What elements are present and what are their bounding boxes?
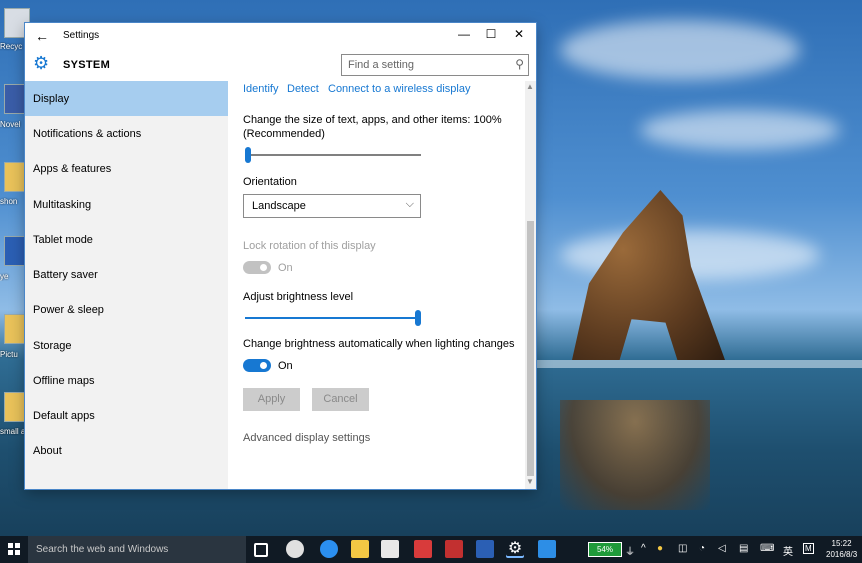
scrollbar[interactable]: ▲ ▼ — [525, 81, 536, 489]
orientation-value: Landscape — [252, 200, 306, 212]
clock-time: 15:22 — [831, 539, 852, 548]
sidebar-item-display[interactable]: Display — [25, 81, 228, 116]
toggle-knob — [260, 264, 267, 271]
brightness-slider-thumb[interactable] — [415, 310, 421, 326]
scroll-thumb[interactable] — [527, 221, 534, 476]
brightness-slider-fill — [245, 317, 421, 319]
clock-date: 2016/8/3 — [826, 550, 858, 559]
lock-rotation-label: Lock rotation of this display — [243, 240, 376, 252]
battery-status[interactable]: 54% — [588, 542, 622, 557]
sidebar-item-label: Display — [33, 93, 70, 105]
title-bar[interactable]: ← Settings — ☐ ✕ — [25, 23, 536, 49]
task-view-icon[interactable] — [254, 543, 268, 557]
toggle-knob — [260, 362, 267, 369]
page-title: SYSTEM — [63, 59, 111, 71]
detect-link[interactable]: Detect — [287, 83, 319, 95]
gear-icon: ⚙ — [33, 53, 50, 73]
sidebar-item-label: Tablet mode — [33, 234, 93, 246]
volume-icon[interactable]: ◁ — [718, 543, 726, 554]
store-icon[interactable] — [381, 540, 399, 558]
sidebar-item-label: Apps & features — [33, 163, 112, 175]
action-center-icon[interactable]: ▤ — [739, 543, 748, 554]
page-header: ⚙ SYSTEM Find a setting ⚲ — [25, 49, 536, 81]
horizon — [536, 360, 862, 368]
scale-label-recommended: (Recommended) — [243, 128, 325, 140]
edge-browser-icon[interactable] — [320, 540, 338, 558]
sidebar-item-notifications[interactable]: Notifications & actions — [25, 116, 228, 151]
sidebar-item-label: Battery saver — [33, 269, 98, 281]
cancel-button[interactable]: Cancel — [312, 388, 369, 411]
sidebar-item-storage[interactable]: Storage — [25, 328, 228, 363]
rock-reflection — [560, 400, 710, 510]
search-icon: ⚲ — [515, 57, 524, 71]
lock-rotation-state: On — [278, 262, 293, 274]
scroll-up-arrow-icon[interactable]: ▲ — [526, 82, 534, 91]
chevron-down-icon: ⌵ — [405, 198, 414, 210]
sidebar-item-apps-features[interactable]: Apps & features — [25, 151, 228, 186]
orientation-label: Orientation — [243, 176, 297, 188]
word-app-icon[interactable] — [476, 540, 494, 558]
sidebar-item-label: Multitasking — [33, 199, 92, 211]
chevron-up-icon[interactable]: ^ — [641, 543, 646, 554]
maximize-button[interactable]: ☐ — [478, 27, 504, 45]
search-input[interactable]: Find a setting ⚲ — [341, 54, 529, 76]
mail-app-icon[interactable] — [414, 540, 432, 558]
cloud — [640, 110, 840, 150]
taskbar-search-placeholder: Search the web and Windows — [36, 544, 169, 555]
keyboard-icon[interactable]: ⌨ — [760, 543, 774, 554]
cloud — [560, 20, 800, 80]
power-plug-icon[interactable]: ⏚ — [625, 543, 635, 558]
sidebar-item-label: About — [33, 445, 62, 457]
apply-button[interactable]: Apply — [243, 388, 300, 411]
close-button[interactable]: ✕ — [506, 27, 532, 45]
auto-brightness-label: Change brightness automatically when lig… — [243, 338, 515, 350]
window-title: Settings — [63, 30, 100, 41]
sidebar-item-default-apps[interactable]: Default apps — [25, 398, 228, 433]
file-explorer-icon[interactable] — [351, 540, 369, 558]
ime-language-indicator[interactable]: 英 — [783, 543, 793, 558]
identify-link[interactable]: Identify — [243, 83, 278, 95]
tray-app-icon[interactable]: ◫ — [678, 543, 687, 554]
taskbar: Search the web and Windows ⚙ 54% ⏚ ^ ● ◫… — [0, 536, 862, 563]
blue-app-icon[interactable] — [538, 540, 556, 558]
orientation-dropdown[interactable]: Landscape ⌵ — [243, 194, 421, 218]
red-app-icon[interactable] — [445, 540, 463, 558]
settings-taskbar-icon[interactable]: ⚙ — [506, 540, 524, 558]
ime-mode-icon[interactable]: M — [803, 543, 814, 554]
yellow-app-tray-icon[interactable]: ● — [657, 543, 663, 554]
sidebar-item-offline-maps[interactable]: Offline maps — [25, 363, 228, 398]
lock-rotation-toggle[interactable] — [243, 261, 271, 274]
sidebar-item-label: Offline maps — [33, 375, 95, 387]
people-app-icon[interactable] — [286, 540, 304, 558]
back-arrow-icon[interactable]: ← — [35, 28, 49, 44]
sidebar-item-label: Default apps — [33, 410, 95, 422]
connect-wireless-display-link[interactable]: Connect to a wireless display — [328, 83, 470, 95]
sidebar-item-multitasking[interactable]: Multitasking — [25, 187, 228, 222]
sidebar: Display Notifications & actions Apps & f… — [25, 81, 228, 489]
brightness-label: Adjust brightness level — [243, 291, 354, 303]
wifi-icon[interactable]: ◔ — [699, 543, 705, 554]
sidebar-item-power-sleep[interactable]: Power & sleep — [25, 292, 228, 327]
auto-brightness-toggle[interactable] — [243, 359, 271, 372]
sidebar-item-battery-saver[interactable]: Battery saver — [25, 257, 228, 292]
system-clock[interactable]: 15:22 2016/8/3 — [826, 538, 857, 560]
auto-brightness-state: On — [278, 360, 293, 372]
windows-start-icon[interactable] — [8, 543, 20, 555]
sidebar-item-label: Storage — [33, 340, 72, 352]
taskbar-search-box[interactable]: Search the web and Windows — [28, 536, 246, 563]
sidebar-item-label: Notifications & actions — [33, 128, 142, 140]
sidebar-item-label: Power & sleep — [33, 304, 104, 316]
settings-window: ← Settings — ☐ ✕ ⚙ SYSTEM Find a setting… — [25, 23, 536, 489]
display-settings-panel: Identify Detect Connect to a wireless di… — [228, 81, 536, 489]
scale-label: Change the size of text, apps, and other… — [243, 114, 502, 126]
search-placeholder: Find a setting — [348, 59, 415, 71]
scroll-down-arrow-icon[interactable]: ▼ — [526, 477, 534, 486]
sidebar-item-tablet-mode[interactable]: Tablet mode — [25, 222, 228, 257]
scale-slider-track[interactable] — [245, 154, 421, 156]
minimize-button[interactable]: — — [451, 27, 477, 45]
scale-slider-thumb[interactable] — [245, 147, 251, 163]
advanced-display-settings-link[interactable]: Advanced display settings — [243, 432, 370, 444]
sidebar-item-about[interactable]: About — [25, 433, 228, 468]
